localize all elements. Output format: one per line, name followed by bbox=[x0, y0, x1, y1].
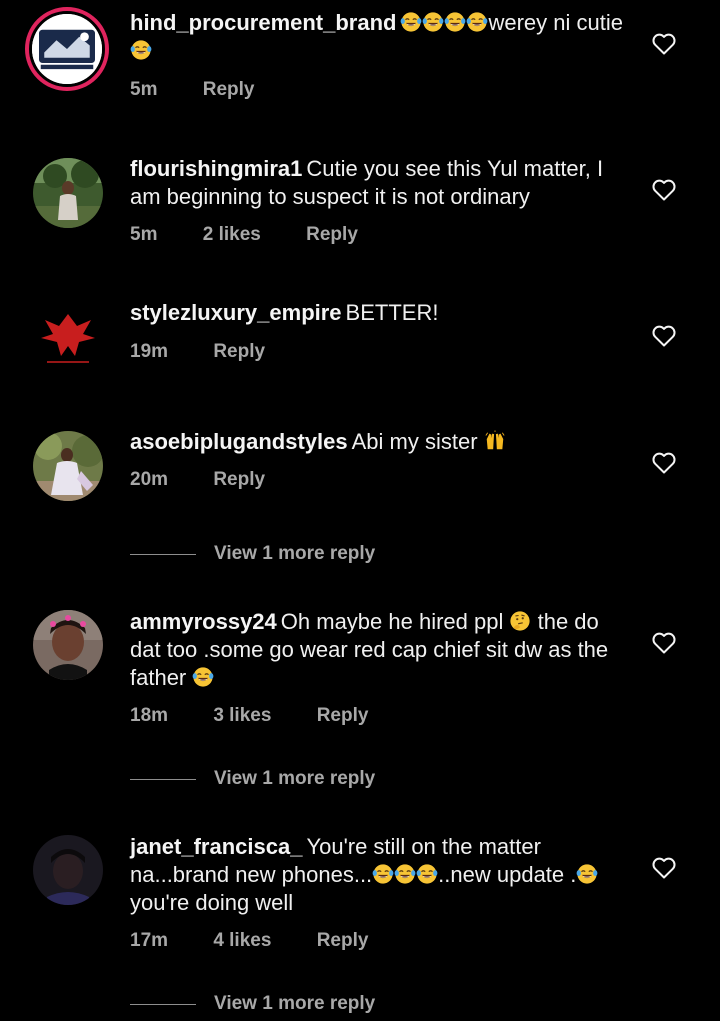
reply-button[interactable]: Reply bbox=[203, 79, 255, 101]
avatar[interactable] bbox=[33, 158, 103, 228]
comment-text: flourishingmira1 Cutie you see this Yul m… bbox=[130, 155, 625, 211]
reply-button[interactable]: Reply bbox=[306, 224, 358, 246]
divider-line bbox=[130, 779, 196, 780]
raising-hands-icon bbox=[485, 430, 505, 450]
face-with-tears-of-joy-icon bbox=[445, 12, 466, 32]
comment-username[interactable]: stylezluxury_empire bbox=[130, 300, 342, 325]
reply-button[interactable]: Reply bbox=[317, 705, 369, 727]
avatar[interactable] bbox=[33, 304, 103, 374]
comment-meta: 19m Reply bbox=[130, 341, 265, 363]
comment-likes[interactable]: 4 likes bbox=[213, 930, 271, 952]
photo-avatar-icon bbox=[33, 431, 103, 501]
divider-line bbox=[130, 1004, 196, 1005]
heart-icon[interactable] bbox=[652, 632, 676, 654]
view-more-replies-label: View 1 more reply bbox=[214, 768, 376, 789]
comment-likes[interactable]: 2 likes bbox=[203, 224, 261, 246]
comment-username[interactable]: ammyrossy24 bbox=[130, 609, 277, 634]
view-more-replies-button[interactable]: View 1 more reply bbox=[130, 768, 530, 792]
divider-line bbox=[130, 554, 196, 555]
eagle-logo-icon bbox=[33, 304, 103, 374]
avatar[interactable] bbox=[33, 431, 103, 501]
face-with-tears-of-joy-icon bbox=[423, 12, 444, 32]
heart-icon[interactable] bbox=[652, 452, 676, 474]
heart-icon[interactable] bbox=[652, 325, 676, 347]
comment-text: hind_procurement_brand werey ni cutie bbox=[130, 9, 625, 65]
comment-username[interactable]: flourishingmira1 bbox=[130, 156, 302, 181]
comment-username[interactable]: asoebiplugandstyles bbox=[130, 429, 348, 454]
comment-meta: 20m Reply bbox=[130, 469, 265, 491]
photo-avatar-icon bbox=[33, 835, 103, 905]
face-with-tears-of-joy-icon bbox=[130, 40, 152, 60]
face-with-tears-of-joy-icon bbox=[394, 864, 416, 884]
comment-body-text: werey ni cutie bbox=[488, 10, 623, 35]
avatar[interactable] bbox=[25, 7, 109, 91]
heart-icon[interactable] bbox=[652, 179, 676, 201]
heart-icon[interactable] bbox=[652, 33, 676, 55]
comment-username[interactable]: janet_francisca_ bbox=[130, 834, 302, 859]
comment-time: 17m bbox=[130, 930, 169, 951]
comment-username[interactable]: hind_procurement_brand bbox=[130, 10, 396, 35]
photo-avatar-icon bbox=[33, 610, 103, 680]
view-more-replies-label: View 1 more reply bbox=[214, 543, 376, 564]
face-with-tears-of-joy-icon bbox=[401, 12, 422, 32]
face-with-tears-of-joy-icon bbox=[467, 12, 488, 32]
comment-time: 5m bbox=[130, 79, 158, 100]
comment-body-text: Oh maybe he hired ppl bbox=[280, 609, 510, 634]
face-with-tears-of-joy-icon bbox=[193, 667, 214, 687]
comment-body-text: BETTER! bbox=[345, 300, 439, 325]
view-more-replies-label: View 1 more reply bbox=[214, 993, 376, 1014]
comment-text: ammyrossy24 Oh maybe he hired ppl the do … bbox=[130, 608, 625, 692]
reply-button[interactable]: Reply bbox=[213, 469, 265, 491]
avatar[interactable] bbox=[33, 835, 103, 905]
brand-logo-icon bbox=[32, 14, 102, 84]
comment-meta: 17m 4 likes Reply bbox=[130, 930, 368, 952]
face-with-tears-of-joy-icon bbox=[372, 864, 394, 884]
view-more-replies-button[interactable]: View 1 more reply bbox=[130, 993, 530, 1017]
comment-time: 5m bbox=[130, 224, 158, 245]
reply-button[interactable]: Reply bbox=[213, 341, 265, 363]
avatar[interactable] bbox=[33, 610, 103, 680]
comment-body-text: you're doing well bbox=[130, 890, 294, 915]
comment-body-text: Abi my sister bbox=[351, 429, 484, 454]
reply-button[interactable]: Reply bbox=[317, 930, 369, 952]
comment-text: janet_francisca_ You're still on the matt… bbox=[130, 833, 625, 917]
heart-icon[interactable] bbox=[652, 857, 676, 879]
photo-avatar-icon bbox=[33, 158, 103, 228]
thinking-face-icon bbox=[510, 611, 531, 631]
face-with-tears-of-joy-icon bbox=[577, 864, 598, 884]
comment-text: stylezluxury_empire BETTER! bbox=[130, 299, 625, 327]
comment-meta: 5m 2 likes Reply bbox=[130, 224, 358, 246]
comment-meta: 5m Reply bbox=[130, 79, 255, 101]
comment-meta: 18m 3 likes Reply bbox=[130, 705, 368, 727]
view-more-replies-button[interactable]: View 1 more reply bbox=[130, 543, 530, 567]
comment-likes[interactable]: 3 likes bbox=[213, 705, 271, 727]
comment-time: 20m bbox=[130, 469, 169, 490]
comment-time: 19m bbox=[130, 341, 169, 362]
comment-text: asoebiplugandstyles Abi my sister bbox=[130, 428, 625, 456]
comment-time: 18m bbox=[130, 705, 169, 726]
face-with-tears-of-joy-icon bbox=[416, 864, 438, 884]
comment-body-text: ..new update . bbox=[438, 862, 577, 887]
